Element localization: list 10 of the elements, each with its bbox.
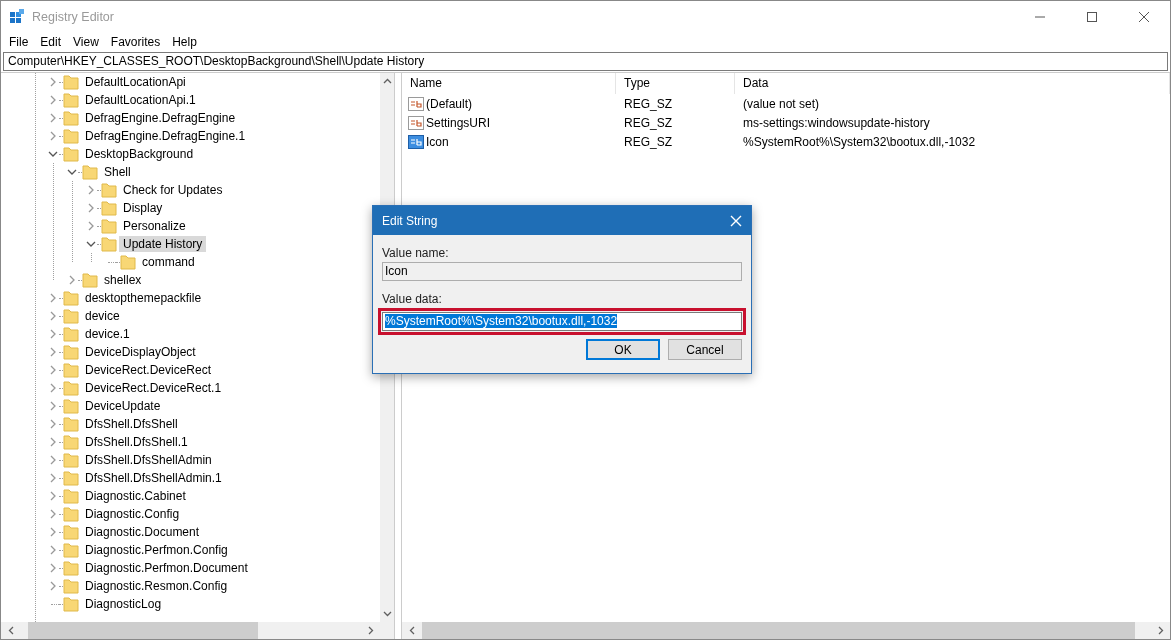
value-data: (value not set): [742, 96, 821, 111]
value-type: REG_SZ: [623, 134, 673, 149]
value-type: REG_SZ: [623, 115, 673, 130]
field-label: Value name:: [382, 246, 450, 260]
value-data: ms-settings:windowsupdate-history: [742, 115, 931, 130]
field-label: Value data:: [382, 292, 443, 306]
value-data: %SystemRoot%\System32\bootux.dll,-1032: [742, 134, 977, 149]
dialog-title: Edit String: [382, 213, 438, 228]
window-title: Registry Editor: [32, 9, 115, 24]
value-type: REG_SZ: [623, 96, 673, 111]
